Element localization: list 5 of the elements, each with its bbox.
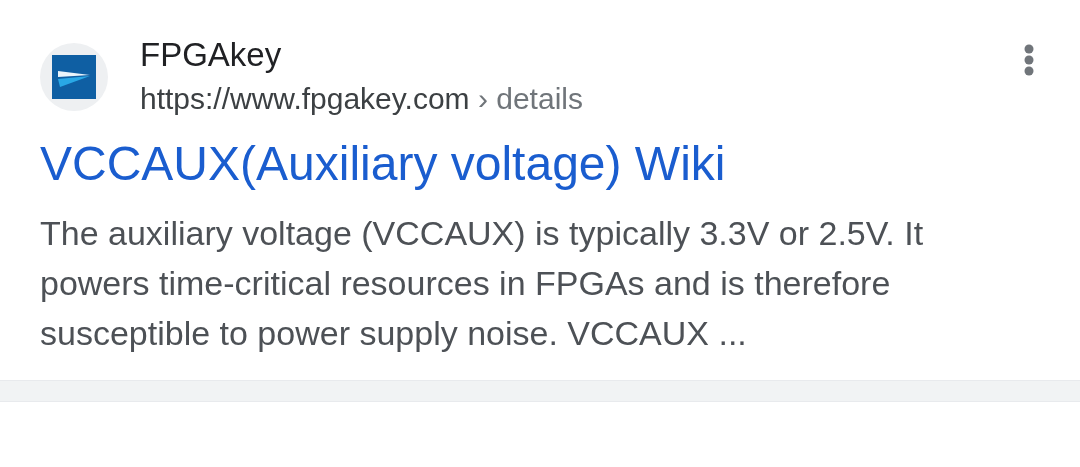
site-name: FPGAkey: [140, 36, 283, 74]
more-options-icon[interactable]: [1024, 44, 1034, 78]
site-url: https://www.fpgakey.com › details: [140, 81, 583, 117]
result-snippet: The auxiliary voltage (VCCAUX) is typically 3.3V or 2.5V. It powers time-critical resources in FPGAs and is therefore susceptible to power supply noise. VCCAUX ...: [40, 213, 925, 354]
result-title-link[interactable]: VCCAUX(Auxiliary voltage) Wiki: [40, 136, 726, 192]
